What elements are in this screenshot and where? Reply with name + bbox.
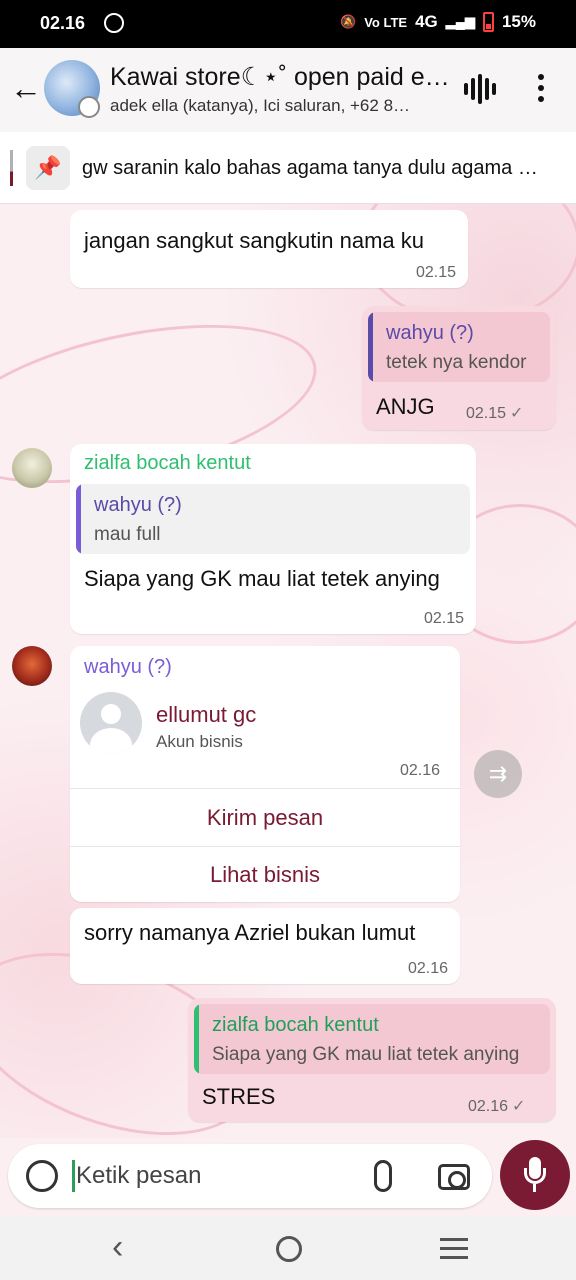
message-text: Siapa yang GK mau liat tetek anying (84, 566, 440, 591)
quoted-message[interactable]: wahyu (?) tetek nya kendor (368, 312, 550, 382)
message-bubble-incoming[interactable]: jangan sangkut sangkutin nama ku 02.15 (70, 210, 468, 288)
camera-icon[interactable] (438, 1164, 470, 1190)
quoted-text: mau full (94, 524, 161, 545)
message-sender[interactable]: zialfa bocah kentut (84, 452, 251, 475)
nav-recents-icon[interactable] (440, 1238, 468, 1265)
message-sender[interactable]: wahyu (?) (84, 656, 172, 679)
quote-bar (368, 312, 373, 382)
battery-icon (482, 12, 494, 32)
chat-area[interactable]: jangan sangkut sangkutin nama ku 02.15 w… (0, 204, 576, 1138)
message-text: STRES (202, 1084, 276, 1109)
nav-back-icon[interactable]: ‹ (112, 1228, 123, 1267)
voice-record-button[interactable] (500, 1140, 570, 1210)
network-label: 4G (415, 12, 438, 31)
mute-icon: 🔕 (340, 14, 357, 29)
quoted-text: tetek nya kendor (386, 352, 527, 373)
pinned-indicator (10, 150, 13, 186)
message-bubble-outgoing[interactable]: wahyu (?) tetek nya kendor ANJG 02.15 ✓ (362, 306, 556, 430)
voice-chat-icon[interactable] (464, 74, 496, 104)
status-icons: 🔕 Vo LTE 4G ▂▄▆ 15% (340, 12, 536, 32)
chat-title[interactable]: Kawai store☾⋆˚ open paid e… (110, 62, 450, 92)
pinned-message-bar[interactable]: 📌 gw saranin kalo bahas agama tanya dulu… (0, 132, 576, 204)
message-bubble-incoming[interactable]: sorry namanya Azriel bukan lumut 02.16 (70, 908, 460, 984)
nav-home-icon[interactable] (276, 1236, 302, 1262)
message-time: 02.16 (468, 1098, 509, 1115)
message-time: 02.15 (423, 610, 464, 627)
sent-check-icon: ✓ (510, 405, 524, 422)
contact-avatar-icon (80, 692, 142, 754)
volte-label: Vo LTE (364, 14, 408, 30)
back-arrow-icon[interactable]: ← (10, 70, 42, 107)
message-bubble-incoming[interactable]: zialfa bocah kentut wahyu (?) mau full S… (70, 444, 476, 634)
sticker-emoji-icon[interactable] (26, 1160, 58, 1192)
member-avatar[interactable] (12, 646, 52, 686)
message-time-wrap: 02.16 ✓ (468, 1096, 525, 1116)
message-time: 02.15 (415, 264, 456, 281)
quoted-sender: wahyu (?) (94, 494, 182, 516)
contact-subtitle: Akun bisnis (156, 732, 243, 751)
status-time: 02.16 (40, 13, 86, 33)
input-placeholder[interactable]: Ketik pesan (76, 1162, 201, 1190)
member-avatar[interactable] (12, 448, 52, 488)
text-cursor (72, 1160, 75, 1192)
community-badge-icon (78, 96, 100, 118)
quoted-message[interactable]: wahyu (?) mau full (76, 484, 470, 554)
status-bar: 02.16 🔕 Vo LTE 4G ▂▄▆ 15% (0, 0, 576, 48)
view-business-button[interactable]: Lihat bisnis (70, 848, 460, 902)
message-time: 02.15 (466, 405, 507, 422)
quote-bar (194, 1004, 199, 1074)
send-message-button[interactable]: Kirim pesan (70, 790, 460, 846)
message-time: 02.16 (399, 762, 440, 779)
message-bubble-outgoing[interactable]: zialfa bocah kentut Siapa yang GK mau li… (188, 998, 556, 1122)
divider (70, 788, 460, 789)
system-nav-bar: ‹ (0, 1216, 576, 1280)
sent-check-icon: ✓ (512, 1098, 526, 1115)
composer-bar: Ketik pesan (0, 1138, 576, 1216)
quote-bar (76, 484, 81, 554)
quoted-text: Siapa yang GK mau liat tetek anying (212, 1044, 520, 1065)
message-text: jangan sangkut sangkutin nama ku (84, 228, 425, 253)
pinned-message-text: gw saranin kalo bahas agama tanya dulu a… (82, 157, 538, 179)
message-input[interactable]: Ketik pesan (8, 1144, 492, 1208)
more-vert-icon[interactable] (538, 74, 546, 107)
contact-name: ellumut gc (156, 702, 257, 727)
quoted-sender: zialfa bocah kentut (212, 1014, 379, 1036)
message-time-wrap: 02.15 ✓ (466, 403, 523, 423)
chat-header: ← Kawai store☾⋆˚ open paid e… adek ella … (0, 48, 576, 132)
message-text: sorry namanya Azriel bukan lumut (84, 920, 416, 945)
divider (70, 846, 460, 847)
signal-icon: ▂▄▆ (445, 14, 475, 29)
whatsapp-icon (104, 13, 124, 33)
message-text: ANJG (376, 394, 435, 419)
attach-icon[interactable] (374, 1160, 392, 1192)
forward-icon[interactable]: ⇉ (474, 750, 522, 798)
pin-icon: 📌 (26, 146, 70, 190)
message-time: 02.16 (407, 960, 448, 977)
quoted-message[interactable]: zialfa bocah kentut Siapa yang GK mau li… (194, 1004, 550, 1074)
contact-card-bubble[interactable]: wahyu (?) ellumut gc Akun bisnis 02.16 K… (70, 646, 460, 902)
chat-subtitle[interactable]: adek ella (katanya), Ici saluran, +62 8… (110, 96, 450, 116)
battery-percent: 15% (501, 12, 536, 31)
quoted-sender: wahyu (?) (386, 322, 474, 344)
